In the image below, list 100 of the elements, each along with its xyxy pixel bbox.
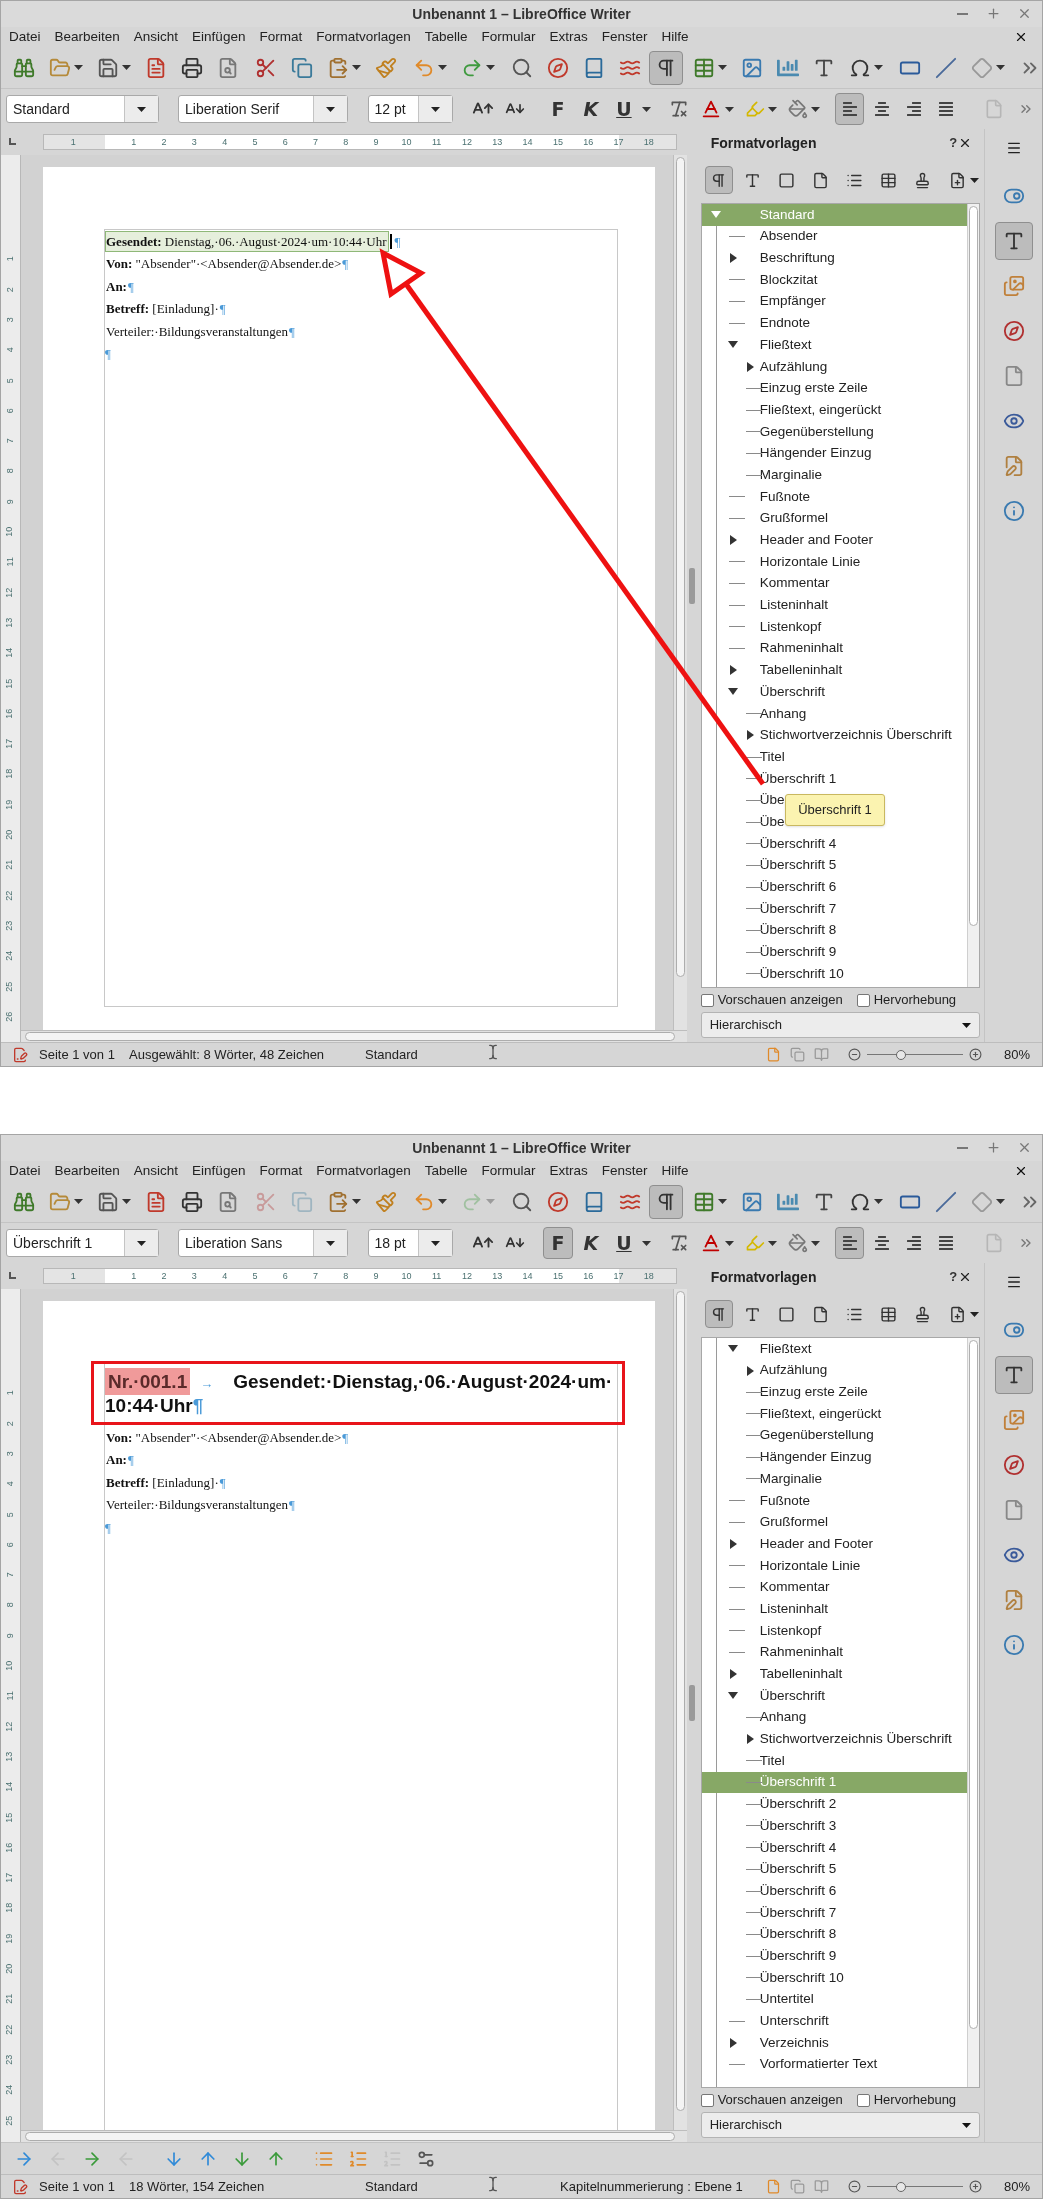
- menu-item[interactable]: Format: [259, 26, 303, 48]
- style-item[interactable]: Grußformel: [701, 507, 968, 530]
- menu-item[interactable]: Formatvorlagen: [316, 1160, 411, 1182]
- menu-item[interactable]: Formular: [481, 1160, 536, 1182]
- style-item[interactable]: Titel: [701, 746, 968, 768]
- style-item[interactable]: Aufzählung: [701, 355, 968, 378]
- style-item[interactable]: Titel: [701, 1750, 968, 1772]
- font-name-field[interactable]: Liberation Sans: [178, 1229, 348, 1257]
- style-item[interactable]: Fließtext: [701, 334, 968, 356]
- help-button[interactable]: ?: [949, 133, 958, 153]
- style-item[interactable]: Überschrift 10: [701, 1966, 968, 1989]
- style-item[interactable]: Rahmeninhalt: [701, 1641, 968, 1664]
- style-item[interactable]: Header and Footer: [701, 529, 968, 551]
- style-item[interactable]: Listeninhalt: [701, 1598, 968, 1620]
- style-item[interactable]: Horizontale Linie: [701, 1554, 968, 1577]
- style-item[interactable]: Überschrift 5: [701, 854, 968, 877]
- style-item[interactable]: Beschriftung: [701, 247, 968, 270]
- menu-item[interactable]: Bearbeiten: [54, 1160, 120, 1182]
- style-item[interactable]: Absender: [701, 225, 968, 248]
- style-item[interactable]: Überschrift 9: [701, 1945, 968, 1967]
- style-item[interactable]: Einzug erste Zeile: [701, 1381, 968, 1404]
- style-item[interactable]: Endnote: [701, 312, 968, 335]
- menu-item[interactable]: Einfügen: [192, 26, 246, 48]
- style-item[interactable]: Listenkopf: [701, 1619, 968, 1642]
- style-item[interactable]: Grußformel: [701, 1511, 968, 1534]
- style-item[interactable]: Überschrift 6: [701, 876, 968, 898]
- menu-item[interactable]: Datei: [9, 1160, 41, 1182]
- style-item[interactable]: Stichwortverzeichnis Überschrift: [701, 1728, 968, 1751]
- paragraph-style-field[interactable]: Standard: [6, 95, 159, 123]
- style-item[interactable]: Überschrift 4: [701, 1836, 968, 1859]
- style-item[interactable]: Kommentar: [701, 572, 968, 595]
- style-item[interactable]: Gegenüberstellung: [701, 1424, 968, 1447]
- style-item[interactable]: Aufzählung: [701, 1359, 968, 1382]
- menu-item[interactable]: Tabelle: [424, 26, 468, 48]
- style-item[interactable]: Listenkopf: [701, 616, 968, 638]
- style-item[interactable]: Überschrift 6: [701, 1880, 968, 1902]
- style-item[interactable]: Horizontale Linie: [701, 551, 968, 573]
- style-item[interactable]: Blockzitat: [701, 269, 968, 291]
- font-name-field[interactable]: Liberation Serif: [178, 95, 348, 123]
- style-item[interactable]: Überschrift 5: [701, 1858, 968, 1881]
- font-size-field[interactable]: 18 pt: [367, 1229, 453, 1257]
- style-item[interactable]: Fußnote: [701, 1489, 968, 1512]
- menu-item[interactable]: Extras: [549, 26, 588, 48]
- style-item[interactable]: Einzug erste Zeile: [701, 377, 968, 400]
- style-item[interactable]: Rahmeninhalt: [701, 637, 968, 660]
- style-item[interactable]: Überschrift: [701, 1685, 968, 1707]
- menu-item[interactable]: Tabelle: [424, 1160, 468, 1182]
- style-item[interactable]: Überschrift 7: [701, 1901, 968, 1924]
- style-item[interactable]: Unterschrift: [701, 2010, 968, 2032]
- style-item[interactable]: Überschrift 8: [701, 1923, 968, 1946]
- menu-item[interactable]: Datei: [9, 26, 41, 48]
- style-item[interactable]: Anhang: [701, 1706, 968, 1729]
- style-item[interactable]: Anhang: [701, 702, 968, 725]
- menu-item[interactable]: Formatvorlagen: [316, 26, 411, 48]
- menu-item[interactable]: Bearbeiten: [54, 26, 120, 48]
- style-item[interactable]: Marginalie: [701, 1468, 968, 1490]
- style-item[interactable]: Überschrift 2: [701, 1793, 968, 1816]
- menu-item[interactable]: Hilfe: [661, 1160, 689, 1182]
- style-item[interactable]: Fließtext: [701, 1338, 968, 1360]
- menu-item[interactable]: Einfügen: [192, 1160, 246, 1182]
- italic-button[interactable]: K: [575, 93, 606, 125]
- style-item[interactable]: Überschrift 7: [701, 898, 968, 920]
- style-item[interactable]: Verzeichnis: [701, 2032, 968, 2054]
- menu-item[interactable]: Ansicht: [133, 1160, 179, 1182]
- font-size-field[interactable]: 12 pt: [367, 95, 453, 123]
- style-item[interactable]: Hängender Einzug: [701, 442, 968, 465]
- style-item[interactable]: Überschrift 9: [701, 941, 968, 964]
- style-item[interactable]: Überschrift 3: [701, 1815, 968, 1837]
- style-item[interactable]: Marginalie: [701, 464, 968, 486]
- menu-item[interactable]: Ansicht: [133, 26, 179, 48]
- style-item[interactable]: Fließtext, eingerückt: [701, 399, 968, 421]
- style-item[interactable]: Untertitel: [701, 1988, 968, 2011]
- bold-button[interactable]: F: [542, 93, 573, 125]
- filter-dropdown[interactable]: Hierarchisch: [700, 2112, 981, 2138]
- menu-item[interactable]: Format: [259, 1160, 303, 1182]
- style-item[interactable]: Kommentar: [701, 1576, 968, 1599]
- style-item[interactable]: Überschrift 1: [701, 767, 968, 790]
- style-item[interactable]: Überschrift: [701, 681, 968, 703]
- style-item[interactable]: Header and Footer: [701, 1533, 968, 1555]
- style-item[interactable]: Vorformatierter Text: [701, 2053, 968, 2076]
- menu-item[interactable]: Extras: [549, 1160, 588, 1182]
- help-button[interactable]: ?: [949, 1267, 958, 1287]
- style-item[interactable]: Listeninhalt: [701, 594, 968, 617]
- style-item[interactable]: Überschrift 10: [701, 963, 968, 985]
- menu-item[interactable]: Fenster: [601, 26, 648, 48]
- underline-button[interactable]: U: [608, 1227, 639, 1259]
- style-item[interactable]: Fußnote: [701, 485, 968, 508]
- style-item[interactable]: Tabelleninhalt: [701, 659, 968, 682]
- style-item[interactable]: Überschrift 8: [701, 919, 968, 942]
- menu-item[interactable]: Fenster: [601, 1160, 648, 1182]
- italic-button[interactable]: K: [575, 1227, 606, 1259]
- bold-button[interactable]: F: [542, 1227, 573, 1259]
- style-item[interactable]: Überschrift 4: [701, 832, 968, 855]
- style-item[interactable]: Gegenüberstellung: [701, 420, 968, 443]
- underline-button[interactable]: U: [608, 93, 639, 125]
- menu-item[interactable]: Hilfe: [661, 26, 689, 48]
- paragraph-style-field[interactable]: Überschrift 1: [6, 1229, 159, 1257]
- menu-item[interactable]: Formular: [481, 26, 536, 48]
- filter-dropdown[interactable]: Hierarchisch: [700, 1012, 981, 1038]
- style-item[interactable]: Tabelleninhalt: [701, 1663, 968, 1685]
